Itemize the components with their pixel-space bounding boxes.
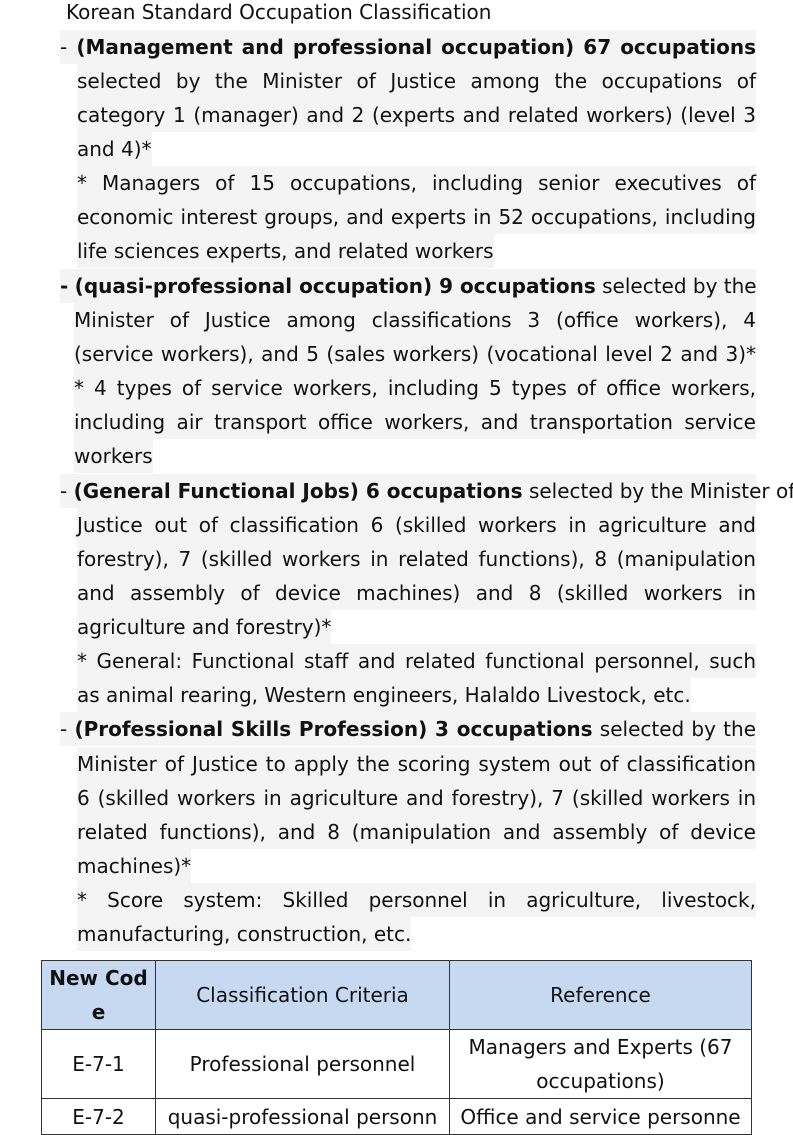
- section-text-line: related functions), and 8 (manipulation …: [77, 815, 756, 849]
- section-text-line: 6 (skilled workers in agriculture and fo…: [77, 781, 756, 815]
- table-row: E-7-2 quasi-professional personn Office …: [41, 1098, 752, 1135]
- cell-criteria: quasi-professional personn: [155, 1098, 450, 1135]
- section-label: (Professional Skills Profession) 3 occup…: [74, 717, 593, 741]
- column-header-reference: Reference: [449, 960, 752, 1030]
- section-label: (quasi-professional occupation) 9 occupa…: [74, 274, 596, 298]
- cell-reference: Managers and Experts (67 occupations): [449, 1029, 752, 1099]
- section-tail: selected by the: [602, 274, 757, 298]
- section-note-line: * 4 types of service workers, including …: [74, 371, 756, 405]
- section-text-line: agriculture and forestry)*: [77, 610, 332, 644]
- section-tail: selected by the: [599, 717, 756, 741]
- section-text-line: selected by the Minister of Justice amon…: [77, 64, 756, 98]
- dash: -: [60, 35, 68, 59]
- section-text-line: (service workers), and 5 (sales workers)…: [74, 337, 756, 371]
- section-text-line: Justice out of classification 6 (skilled…: [77, 508, 756, 542]
- section-note-line: * Score system: Skilled personnel in agr…: [77, 883, 756, 917]
- section-skills-title: - (Professional Skills Profession) 3 occ…: [60, 712, 756, 746]
- cell-criteria: Professional personnel: [155, 1029, 450, 1099]
- section-note-line: including air transport office workers, …: [74, 405, 756, 439]
- section-quasi-title: - (quasi-professional occupation) 9 occu…: [60, 269, 757, 303]
- section-text-line: and 4)*: [77, 132, 152, 166]
- section-note-line: economic interest groups, and experts in…: [77, 200, 756, 234]
- section-text-line: and assembly of device machines) and 8 (…: [77, 576, 756, 610]
- cell-code: E-7-1: [41, 1029, 156, 1099]
- visa-code-table: New Cod e Classification Criteria Refere…: [41, 960, 752, 1135]
- section-note-line: * General: Functional staff and related …: [77, 644, 756, 678]
- column-header-code: New Cod e: [41, 960, 156, 1030]
- dash: -: [60, 479, 68, 503]
- page-heading: Korean Standard Occupation Classificatio…: [66, 0, 492, 24]
- section-general-title: - (General Functional Jobs) 6 occupation…: [60, 474, 793, 508]
- section-note-line: workers: [74, 439, 153, 473]
- dash: -: [60, 274, 69, 298]
- section-label: (Management and professional occupation)…: [76, 35, 756, 59]
- section-tail: selected by the Minister of: [528, 479, 793, 503]
- cell-code: E-7-2: [41, 1098, 156, 1135]
- section-text-line: category 1 (manager) and 2 (experts and …: [77, 98, 756, 132]
- section-management-title: - (Management and professional occupatio…: [60, 30, 756, 64]
- section-text-line: machines)*: [77, 849, 192, 883]
- column-header-criteria: Classification Criteria: [155, 960, 450, 1030]
- section-note-line: manufacturing, construction, etc.: [77, 917, 412, 951]
- section-text-line: Minister of Justice among classification…: [74, 303, 756, 337]
- cell-reference: Office and service personne: [449, 1098, 752, 1135]
- dash: -: [60, 717, 68, 741]
- table-header-row: New Cod e Classification Criteria Refere…: [41, 960, 752, 1030]
- section-label: (General Functional Jobs) 6 occupations: [73, 479, 523, 503]
- section-note-line: life sciences experts, and related worke…: [77, 234, 494, 268]
- section-note-line: as animal rearing, Western engineers, Ha…: [77, 678, 691, 712]
- section-text-line: Minister of Justice to apply the scoring…: [77, 747, 756, 781]
- table-row: E-7-1 Professional personnel Managers an…: [41, 1029, 752, 1099]
- section-note-line: * Managers of 15 occupations, including …: [77, 166, 756, 200]
- section-text-line: forestry), 7 (skilled workers in related…: [77, 542, 756, 576]
